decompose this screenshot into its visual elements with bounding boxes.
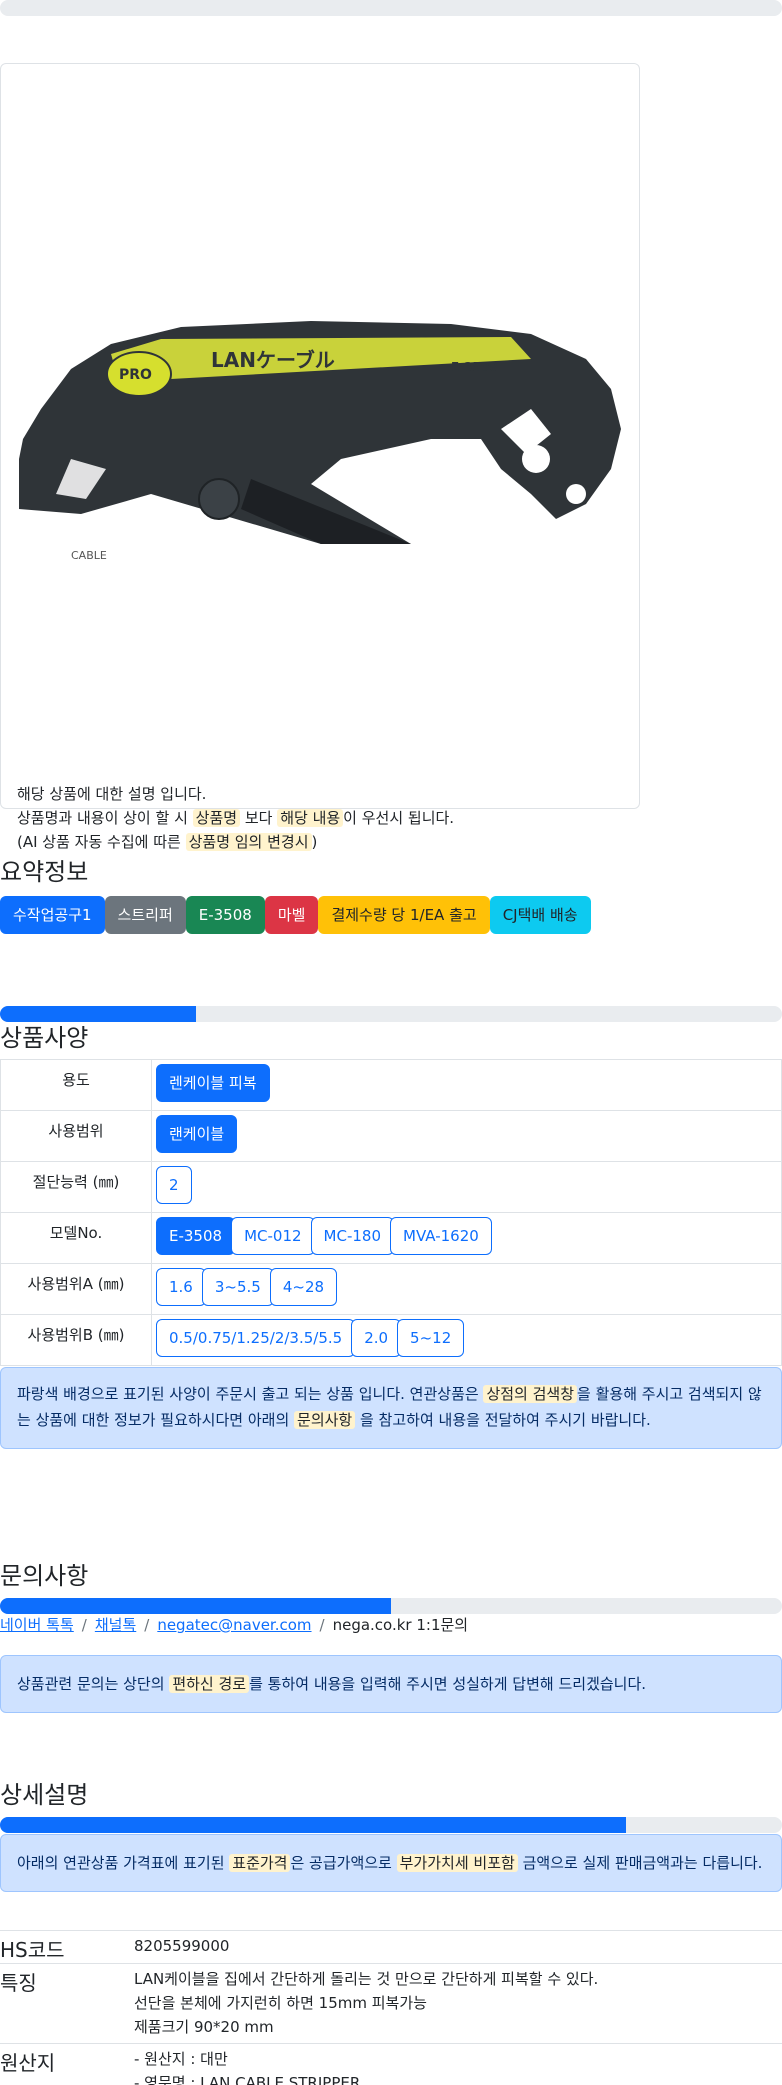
summary-badge: CJ택배 배송: [489, 896, 591, 934]
spec-progress-bar: [0, 1006, 782, 1022]
product-image-card: PRO LANケーブル E-3508 CABLE 해당 상품에 대한 설명 입니…: [0, 63, 640, 851]
alert-highlight: 표준가격: [229, 1854, 291, 1872]
separator: /: [144, 1616, 150, 1634]
spec-option-chip[interactable]: 3~5.5: [201, 1268, 274, 1306]
alert-highlight: 문의사항: [294, 1411, 356, 1429]
feature-row: 특징 LAN케이블을 집에서 간단하게 돌리는 것 만으로 간단하게 피복할 수…: [0, 1963, 782, 2044]
notice-highlight: 상품명 임의 변경시: [185, 833, 312, 851]
hs-code-value: 8205599000: [134, 1930, 782, 1964]
feature-value: LAN케이블을 집에서 간단하게 돌리는 것 만으로 간단하게 피복할 수 있다…: [134, 1963, 782, 2044]
inquiry-title: 문의사항: [0, 1562, 89, 1590]
origin-key: 원산지: [0, 2043, 134, 2085]
alert-highlight: 부가가치세 비포함: [396, 1854, 518, 1872]
hs-code-row: HS코드 8205599000: [0, 1930, 782, 1964]
spec-key: 사용범위B (㎜): [0, 1314, 152, 1366]
spec-values: 렌케이블 피복: [151, 1059, 782, 1111]
feature-line: 선단을 본체에 가지런히 하면 15mm 피복가능: [134, 1994, 427, 2012]
spec-option-chip[interactable]: 5~12: [397, 1319, 465, 1357]
notice-line-3: (AI 상품 자동 수집에 따른 상품명 임의 변경시): [17, 833, 318, 851]
spec-key: 용도: [0, 1059, 152, 1111]
feature-line: LAN케이블을 집에서 간단하게 돌리는 것 만으로 간단하게 피복할 수 있다…: [134, 1970, 599, 1988]
separator: /: [319, 1616, 325, 1634]
spec-key: 절단능력 (㎜): [0, 1161, 152, 1213]
spec-option-chip[interactable]: 0.5/0.75/1.25/2/3.5/5.5: [156, 1319, 356, 1357]
spec-option-chip[interactable]: 1.6: [156, 1268, 206, 1306]
spec-table: 용도 렌케이블 피복 사용범위 랜케이블 절단능력 (㎜) 2 모델No. E-3508 MC-…: [0, 1059, 782, 1366]
origin-line: - 원산지 : 대만: [134, 2050, 228, 2068]
spec-key: 사용범위: [0, 1110, 152, 1162]
detail-title: 상세설명: [0, 1781, 89, 1809]
spec-row: 용도 렌케이블 피복: [0, 1059, 782, 1111]
notice-highlight: 해당 내용: [277, 809, 344, 827]
spec-row: 사용범위B (㎜) 0.5/0.75/1.25/2/3.5/5.5 2.0 5~12: [0, 1314, 782, 1366]
notice-line-1: 해당 상품에 대한 설명 입니다.: [17, 785, 207, 803]
origin-value: - 원산지 : 대만 - 영문명 : LAN CABLE STRIPPER: [134, 2043, 782, 2085]
feature-line: 제품크기 90*20 mm: [134, 2018, 274, 2036]
detail-progress-fill: [0, 1817, 626, 1833]
spec-key: 모델No.: [0, 1212, 152, 1264]
inquiry-progress-bar: [0, 1598, 782, 1614]
summary-badge: 스트리퍼: [104, 896, 186, 934]
summary-badge: E-3508: [185, 896, 265, 934]
summary-title: 요약정보: [0, 858, 89, 886]
model-label: E-3508: [451, 360, 498, 374]
spec-alert: 파랑색 배경으로 표기된 사양이 주문시 출고 되는 상품 입니다. 연관상품은…: [0, 1367, 782, 1449]
separator: /: [81, 1616, 87, 1634]
body-text: CABLE: [71, 549, 107, 562]
notice-line-2: 상품명과 내용이 상이 할 시 상품명 보다 해당 내용 이 우선시 됩니다.: [17, 809, 455, 827]
one-to-one-inquiry: nega.co.kr 1:1문의: [332, 1616, 469, 1634]
summary-badge: 수작업공구1: [0, 896, 105, 934]
spec-row: 모델No. E-3508 MC-012 MC-180 MVA-1620: [0, 1212, 782, 1264]
inquiry-links: 네이버 톡톡 / 채널톡 / negatec@naver.com / nega.co.kr …: [0, 1614, 468, 1635]
notice-highlight: 상품명: [192, 809, 241, 827]
spec-row: 사용범위 랜케이블: [0, 1110, 782, 1162]
spec-row: 사용범위A (㎜) 1.6 3~5.5 4~28: [0, 1263, 782, 1315]
summary-badge: 마벨: [264, 896, 319, 934]
detail-progress-bar: [0, 1817, 782, 1833]
inquiry-progress-fill: [0, 1598, 391, 1614]
channel-talk-link[interactable]: 채널톡: [95, 1616, 136, 1634]
spec-key: 사용범위A (㎜): [0, 1263, 152, 1315]
spec-option-chip[interactable]: 4~28: [269, 1268, 338, 1306]
spec-option-chip[interactable]: 랜케이블: [156, 1115, 238, 1153]
spec-option-chip[interactable]: MC-012: [231, 1217, 315, 1255]
spec-option-chip[interactable]: 2.0: [351, 1319, 402, 1357]
detail-alert: 아래의 연관상품 가격표에 표기된 표준가격 은 공급가액으로 부가가치세 비포함…: [0, 1834, 782, 1892]
spec-values: 1.6 3~5.5 4~28: [151, 1263, 782, 1315]
summary-badge: 결제수량 당 1/EA 출고: [318, 896, 490, 934]
spec-option-chip[interactable]: 렌케이블 피복: [156, 1064, 270, 1102]
origin-line: - 영문명 : LAN CABLE STRIPPER: [134, 2074, 361, 2085]
naver-talk-link[interactable]: 네이버 톡톡: [0, 1616, 74, 1634]
spec-values: E-3508 MC-012 MC-180 MVA-1620: [151, 1212, 782, 1264]
spec-values: 랜케이블: [151, 1110, 782, 1162]
spec-title: 상품사양: [0, 1024, 89, 1052]
spec-option-chip[interactable]: MC-180: [310, 1217, 395, 1255]
origin-row: 원산지 - 원산지 : 대만 - 영문명 : LAN CABLE STRIPPE…: [0, 2043, 782, 2085]
email-link[interactable]: negatec@naver.com: [157, 1616, 311, 1634]
summary-badges: 수작업공구1 스트리퍼 E-3508 마벨 결제수량 당 1/EA 출고 CJ택배 배송: [0, 896, 591, 934]
feature-key: 특징: [0, 1963, 134, 2044]
inquiry-alert: 상품관련 문의는 상단의 편하신 경로 를 통하여 내용을 입력해 주시면 성실하…: [0, 1655, 782, 1713]
spec-row: 절단능력 (㎜) 2: [0, 1161, 782, 1213]
alert-highlight: 편하신 경로: [169, 1675, 250, 1693]
hs-code-key: HS코드: [0, 1930, 134, 1964]
product-image: PRO LANケーブル E-3508 CABLE: [19, 321, 621, 562]
spec-option-chip[interactable]: MVA-1620: [390, 1217, 492, 1255]
top-progress-bar: [0, 0, 782, 16]
spec-values: 2: [151, 1161, 782, 1213]
spec-option-chip[interactable]: E-3508: [156, 1217, 236, 1255]
brand-badge: PRO: [119, 367, 152, 383]
detail-info-table: HS코드 8205599000 특징 LAN케이블을 집에서 간단하게 돌리는 …: [0, 1930, 782, 2085]
spec-option-chip[interactable]: 2: [156, 1166, 192, 1204]
spec-values: 0.5/0.75/1.25/2/3.5/5.5 2.0 5~12: [151, 1314, 782, 1366]
alert-highlight: 상점의 검색창: [483, 1385, 578, 1403]
label-text: LANケーブル: [211, 348, 335, 372]
